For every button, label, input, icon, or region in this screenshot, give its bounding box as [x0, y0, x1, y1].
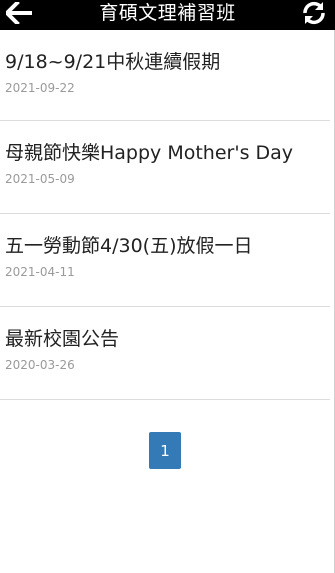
news-date: 2021-05-09: [5, 172, 75, 186]
news-date: 2021-09-22: [5, 81, 75, 95]
news-title[interactable]: 五一勞動節4/30(五)放假一日: [5, 231, 253, 258]
app-screen: 育碩文理補習班 9/18~9/21中秋連續假期 2021-09-22 母親節快樂…: [0, 0, 335, 573]
news-date: 2021-04-11: [5, 265, 75, 279]
news-item[interactable]: 母親節快樂Happy Mother's Day 2021-05-09: [0, 121, 330, 214]
top-bar: 育碩文理補習班: [0, 0, 335, 30]
news-title[interactable]: 9/18~9/21中秋連續假期: [5, 47, 220, 74]
news-title[interactable]: 母親節快樂Happy Mother's Day: [5, 138, 293, 165]
news-item[interactable]: 9/18~9/21中秋連續假期 2021-09-22: [0, 30, 330, 121]
pagination: 1: [0, 432, 330, 469]
news-item[interactable]: 最新校園公告 2020-03-26: [0, 307, 330, 400]
page-button-current[interactable]: 1: [149, 432, 181, 469]
refresh-icon: [303, 1, 325, 25]
news-date: 2020-03-26: [5, 358, 75, 372]
refresh-button[interactable]: [299, 0, 329, 26]
page-title: 育碩文理補習班: [99, 2, 236, 24]
news-title[interactable]: 最新校園公告: [5, 324, 119, 351]
news-item[interactable]: 五一勞動節4/30(五)放假一日 2021-04-11: [0, 214, 330, 307]
news-list: 9/18~9/21中秋連續假期 2021-09-22 母親節快樂Happy Mo…: [0, 30, 330, 400]
